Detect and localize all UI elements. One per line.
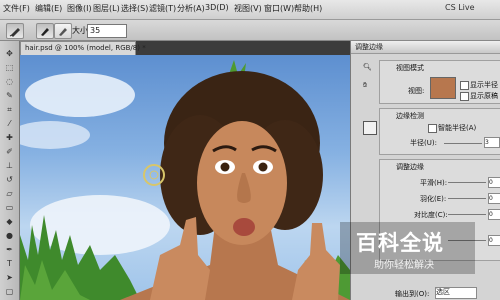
menu-edit[interactable]: 编辑(E) (35, 3, 62, 14)
view-label: 视图: (408, 87, 425, 95)
menu-select[interactable]: 选择(S) (121, 3, 148, 14)
erase-refinements-tool-button[interactable] (54, 23, 72, 39)
options-bar: 大小: (0, 20, 500, 41)
path-select-tool-icon[interactable]: ➤ (4, 273, 15, 282)
menu-analysis[interactable]: 分析(A) (177, 3, 205, 14)
toolbox: ✥ ⬚ ◌ ✎ ⌗ ⁄ ✚ ✐ ⊥ ↺ ▱ ▭ ◆ ● ✒ T ➤ ▢ (0, 41, 20, 300)
smart-radius-checkbox[interactable] (428, 124, 437, 133)
eraser-tool-icon[interactable]: ▱ (4, 189, 15, 198)
menu-window[interactable]: 窗口(W) (264, 3, 294, 14)
menu-view[interactable]: 视图(V) (234, 3, 262, 14)
show-radius-label: 显示半径 (470, 81, 498, 89)
marquee-tool-icon[interactable]: ⬚ (4, 63, 15, 72)
smooth-slider[interactable] (448, 182, 486, 183)
brush-tool-preset-button[interactable] (6, 23, 24, 39)
move-tool-icon[interactable]: ✥ (4, 49, 15, 58)
menu-3d[interactable]: 3D(D) (205, 3, 229, 12)
type-tool-icon[interactable]: T (4, 259, 15, 268)
dodge-tool-icon[interactable]: ● (4, 231, 15, 240)
size-input[interactable]: 35 (87, 24, 127, 38)
pen-tool-icon[interactable]: ✒ (4, 245, 15, 254)
menu-bar: 文件(F) 编辑(E) 图像(I) 图层(L) 选择(S) 滤镜(T) 分析(A… (0, 0, 500, 20)
menu-filter[interactable]: 滤镜(T) (149, 3, 176, 14)
watermark-title: 百科全说 (356, 231, 444, 255)
history-brush-tool-icon[interactable]: ↺ (4, 175, 15, 184)
contrast-slider[interactable] (448, 214, 486, 215)
edge-detection-section-label: 边缘检测 (396, 112, 424, 120)
edge-detection-group: 边缘检测 智能半径(A) 半径(U): 3 (379, 108, 500, 155)
menu-help[interactable]: 帮助(H) (294, 3, 322, 14)
refine-radius-icon (41, 28, 49, 36)
view-thumbnail[interactable] (430, 77, 456, 99)
show-radius-checkbox[interactable] (460, 81, 469, 90)
show-original-label: 显示原稿 (470, 92, 498, 100)
output-to-label: 输出到(O): (395, 290, 430, 298)
watermark-overlay: 百科全说 助你轻松解决 (340, 222, 475, 274)
erase-refinements-icon (59, 28, 67, 36)
output-to-select[interactable]: 选区 (435, 287, 477, 299)
menu-image[interactable]: 图像(I) (67, 3, 92, 14)
smooth-label: 平滑(H): (420, 179, 448, 187)
smart-radius-label: 智能半径(A) (438, 124, 477, 132)
healing-tool-icon[interactable]: ✚ (4, 133, 15, 142)
refine-radius-icon-button[interactable] (363, 121, 377, 135)
menu-file[interactable]: 文件(F) (3, 3, 30, 14)
view-mode-section-label: 视图模式 (396, 64, 424, 72)
document-canvas[interactable] (20, 55, 350, 300)
radius-value[interactable]: 3 (484, 137, 500, 148)
feather-slider[interactable] (448, 198, 486, 199)
shape-tool-icon[interactable]: ▢ (4, 287, 15, 296)
refine-brush-icon (9, 28, 20, 37)
hand-icon[interactable]: ✋︎ (363, 81, 367, 90)
brush-tool-icon[interactable]: ✐ (4, 147, 15, 156)
cs-live-label[interactable]: CS Live (445, 3, 475, 12)
shift-edge-value[interactable]: 0 (488, 235, 500, 246)
stamp-tool-icon[interactable]: ⊥ (4, 161, 15, 170)
radius-slider[interactable] (444, 143, 482, 144)
smooth-value[interactable]: 0 (488, 177, 500, 188)
contrast-label: 对比度(C): (414, 211, 448, 219)
lasso-tool-icon[interactable]: ◌ (4, 77, 15, 86)
feather-label: 羽化(E): (420, 195, 447, 203)
refine-radius-tool-button[interactable] (36, 23, 54, 39)
watermark-subtitle: 助你轻松解决 (374, 260, 434, 271)
radius-label: 半径(U): (410, 139, 437, 147)
feather-value[interactable]: 0 (488, 193, 500, 204)
dialog-title: 调整边缘 (351, 41, 500, 54)
document-tab[interactable]: hair.psd @ 100% (model, RGB/8) * (20, 41, 146, 55)
menu-layer[interactable]: 图层(L) (93, 3, 120, 14)
contrast-value[interactable]: 0 (488, 209, 500, 220)
eyedropper-tool-icon[interactable]: ⁄ (4, 119, 15, 128)
crop-tool-icon[interactable]: ⌗ (4, 105, 15, 114)
show-original-checkbox[interactable] (460, 92, 469, 101)
model-photo (20, 60, 350, 300)
zoom-icon[interactable]: 🔍︎ (363, 63, 372, 71)
adjust-edge-section-label: 调整边缘 (396, 163, 424, 171)
blur-tool-icon[interactable]: ◆ (4, 217, 15, 226)
gradient-tool-icon[interactable]: ▭ (4, 203, 15, 212)
view-mode-group: 视图模式 视图: 显示半径 显示原稿 (379, 60, 500, 104)
quick-select-tool-icon[interactable]: ✎ (4, 91, 15, 100)
